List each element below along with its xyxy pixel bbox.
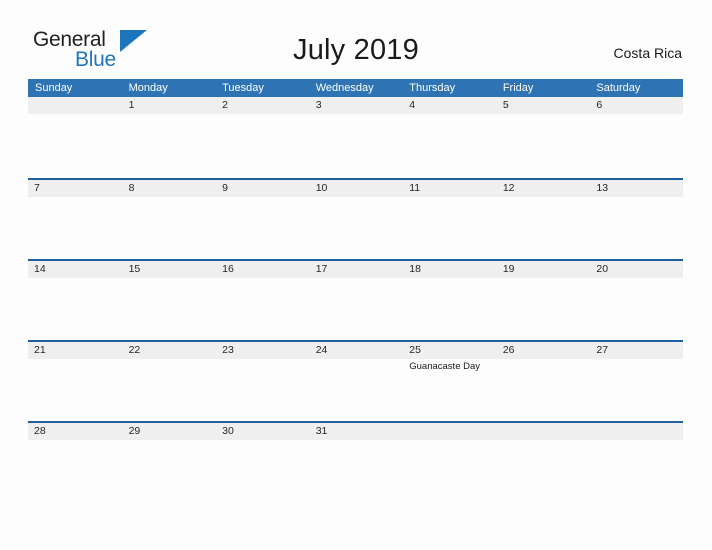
day-number: 7: [34, 182, 40, 194]
day-cell-1[interactable]: 1: [122, 97, 216, 176]
day-cell-5[interactable]: 5: [496, 97, 590, 176]
day-number: 24: [315, 344, 328, 356]
day-number: 28: [34, 425, 46, 437]
week-cells: 14 15 16 17 18 19 20: [28, 261, 683, 340]
day-cell-empty: [28, 97, 122, 176]
calendar-page: General Blue July 2019 Costa Rica Sunday…: [0, 0, 712, 550]
page-header: General Blue July 2019 Costa Rica: [0, 0, 712, 79]
calendar-week-row: 1 2 3 4 5 6: [28, 97, 683, 178]
calendar-grid: Sunday Monday Tuesday Wednesday Thursday Frid…: [28, 79, 683, 502]
calendar-week-row: 14 15 16 17 18 19 20: [28, 259, 683, 340]
day-events: Guanacaste Day: [409, 359, 496, 373]
day-number: 16: [222, 263, 234, 275]
day-cell-8[interactable]: 8: [122, 180, 216, 259]
day-cell-10[interactable]: 10: [309, 180, 403, 259]
weekday-header-friday: Friday: [502, 82, 534, 94]
day-cell-12[interactable]: 12: [496, 180, 590, 259]
day-number: 19: [502, 263, 515, 275]
day-number: 9: [222, 182, 228, 194]
day-cell-2[interactable]: 2: [215, 97, 309, 176]
day-number: 29: [128, 425, 141, 437]
day-cell-9[interactable]: 9: [215, 180, 309, 259]
weekday-header-tuesday: Tuesday: [222, 82, 264, 94]
day-cell-29[interactable]: 29: [122, 423, 216, 502]
day-number: 25: [409, 344, 421, 356]
day-number: 30: [222, 425, 234, 437]
day-number: 12: [502, 182, 515, 194]
day-number: 6: [596, 99, 603, 111]
day-cell-30[interactable]: 30: [215, 423, 309, 502]
day-cell-14[interactable]: 14: [28, 261, 122, 340]
day-cell-empty: [402, 423, 496, 502]
day-number: 23: [222, 344, 234, 356]
day-number: 1: [128, 99, 135, 111]
day-cell-28[interactable]: 28: [28, 423, 122, 502]
day-cell-empty: [496, 423, 590, 502]
day-number: 20: [596, 263, 609, 275]
day-cell-26[interactable]: 26: [496, 342, 590, 421]
day-cell-20[interactable]: 20: [589, 261, 683, 340]
day-number: 3: [315, 99, 322, 111]
day-cell-16[interactable]: 16: [215, 261, 309, 340]
week-cells: 7 8 9 10 11 12 13: [28, 180, 683, 259]
weekday-header-wednesday: Wednesday: [315, 82, 374, 94]
day-number: 22: [128, 344, 141, 356]
weekday-header-row: Sunday Monday Tuesday Wednesday Thursday Frid…: [28, 79, 683, 97]
calendar-week-row: 28 29 30 31: [28, 421, 683, 502]
day-number: 21: [34, 344, 46, 356]
day-number: 18: [409, 263, 421, 275]
day-cell-3[interactable]: 3: [309, 97, 403, 176]
day-cell-25[interactable]: 25 Guanacaste Day: [402, 342, 496, 421]
day-number: 8: [128, 182, 135, 194]
day-number: 31: [315, 425, 328, 437]
weekday-header-thursday: Thursday: [409, 82, 456, 94]
day-cell-21[interactable]: 21: [28, 342, 122, 421]
day-cell-empty: [589, 423, 683, 502]
day-cell-23[interactable]: 23: [215, 342, 309, 421]
weekday-header-saturday: Saturday: [596, 82, 641, 94]
week-cells: 1 2 3 4 5 6: [28, 97, 683, 176]
day-cell-24[interactable]: 24: [309, 342, 403, 421]
day-number: 2: [222, 99, 228, 111]
day-cell-13[interactable]: 13: [589, 180, 683, 259]
day-number: 26: [502, 344, 515, 356]
calendar-week-row: 21 22 23 24 25 Guanacaste Day 26 27: [28, 340, 683, 421]
day-cell-27[interactable]: 27: [589, 342, 683, 421]
day-number: 4: [409, 99, 416, 111]
day-number: 11: [409, 182, 421, 194]
day-cell-17[interactable]: 17: [309, 261, 403, 340]
day-number: 15: [128, 263, 141, 275]
day-number: 13: [596, 182, 609, 194]
holiday-label: Guanacaste Day: [409, 361, 481, 372]
day-cell-4[interactable]: 4: [402, 97, 496, 176]
day-cell-19[interactable]: 19: [496, 261, 590, 340]
day-number: 5: [502, 99, 509, 111]
day-number: 27: [596, 344, 609, 356]
day-number: 17: [315, 263, 328, 275]
day-number: 10: [315, 182, 328, 194]
day-cell-31[interactable]: 31: [309, 423, 403, 502]
weekday-header-sunday: Sunday: [35, 82, 73, 94]
country-label: Costa Rica: [613, 45, 682, 61]
day-cell-6[interactable]: 6: [589, 97, 683, 176]
day-cell-18[interactable]: 18: [402, 261, 496, 340]
calendar-body: 1 2 3 4 5 6 7 8 9 10 11 12 13 14 15 16 17 18 19 20 21 22 23 24 2…: [28, 97, 683, 502]
day-cell-15[interactable]: 15: [122, 261, 216, 340]
week-cells: 21 22 23 24 25 Guanacaste Day 26 27: [28, 342, 683, 421]
week-cells: 28 29 30 31: [28, 423, 683, 502]
day-cell-22[interactable]: 22: [122, 342, 216, 421]
calendar-week-row: 7 8 9 10 11 12 13: [28, 178, 683, 259]
day-number: 14: [34, 263, 46, 275]
weekday-header-monday: Monday: [128, 82, 168, 94]
day-cell-7[interactable]: 7: [28, 180, 122, 259]
day-cell-11[interactable]: 11: [402, 180, 496, 259]
page-title: July 2019: [293, 34, 419, 66]
